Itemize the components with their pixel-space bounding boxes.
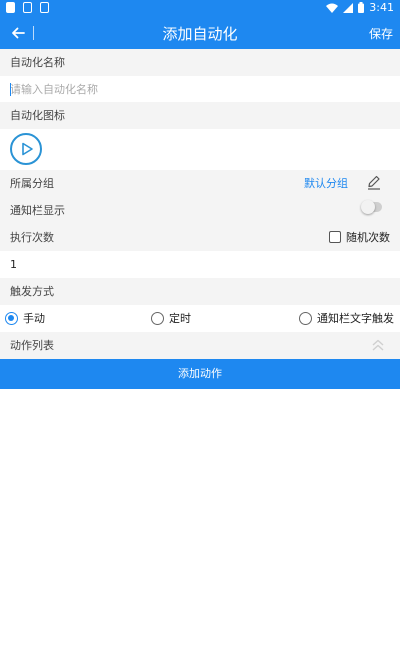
trigger-option-notification-text[interactable]: 通知栏文字触发 [299, 310, 394, 326]
wifi-icon [326, 3, 339, 13]
name-section-label: 自动化名称 [0, 49, 400, 76]
edit-icon[interactable] [366, 174, 382, 190]
trigger-option-label: 手动 [23, 312, 45, 325]
count-row: 1 [0, 251, 400, 278]
add-action-button[interactable]: 添加动作 [0, 359, 400, 389]
status-system: 3:41 [326, 1, 394, 14]
notification-row: 通知栏显示 [0, 197, 400, 224]
toggle-knob [361, 200, 375, 214]
notification-label: 通知栏显示 [10, 204, 65, 217]
notification-icon [23, 2, 32, 13]
status-notifications [6, 2, 49, 13]
radio-button[interactable] [5, 311, 18, 325]
checkbox-box[interactable] [329, 231, 341, 243]
notification-icon [6, 2, 15, 13]
battery-icon [358, 2, 365, 13]
radio-button[interactable] [151, 311, 164, 325]
execution-row: 执行次数 随机次数 [0, 224, 400, 251]
trigger-option-scheduled[interactable]: 定时 [151, 310, 191, 326]
group-label: 所属分组 [10, 177, 54, 190]
random-count-label: 随机次数 [346, 231, 390, 244]
status-bar: 3:41 [0, 0, 400, 16]
trigger-options-row: 手动 定时 通知栏文字触发 [0, 305, 400, 332]
play-icon [22, 142, 33, 156]
text-cursor [10, 83, 11, 96]
radio-button[interactable] [299, 311, 312, 325]
trigger-section-label: 触发方式 [0, 278, 400, 305]
execution-count-value[interactable]: 1 [10, 258, 17, 271]
group-value[interactable]: 默认分组 [304, 175, 348, 191]
trigger-option-label: 通知栏文字触发 [317, 312, 394, 325]
signal-icon [343, 2, 354, 13]
group-row: 所属分组 默认分组 [0, 170, 400, 197]
automation-icon-button[interactable] [10, 133, 42, 165]
status-time: 3:41 [369, 1, 394, 14]
icon-row [0, 129, 400, 170]
notification-icon [40, 2, 49, 13]
app-bar: 添加自动化 保存 [0, 16, 400, 49]
name-input-row [0, 76, 400, 102]
trigger-option-label: 定时 [169, 312, 191, 325]
double-chevron-up-icon[interactable] [370, 337, 386, 353]
page-title: 添加自动化 [162, 25, 238, 43]
save-button[interactable]: 保存 [369, 25, 393, 42]
random-count-checkbox[interactable]: 随机次数 [329, 229, 390, 245]
actions-label: 动作列表 [10, 339, 54, 352]
trigger-option-manual[interactable]: 手动 [5, 310, 45, 326]
execution-label: 执行次数 [10, 231, 54, 244]
automation-name-input[interactable] [10, 76, 390, 102]
notification-toggle[interactable] [361, 200, 382, 214]
icon-section-label: 自动化图标 [0, 102, 400, 129]
actions-row: 动作列表 [0, 332, 400, 359]
